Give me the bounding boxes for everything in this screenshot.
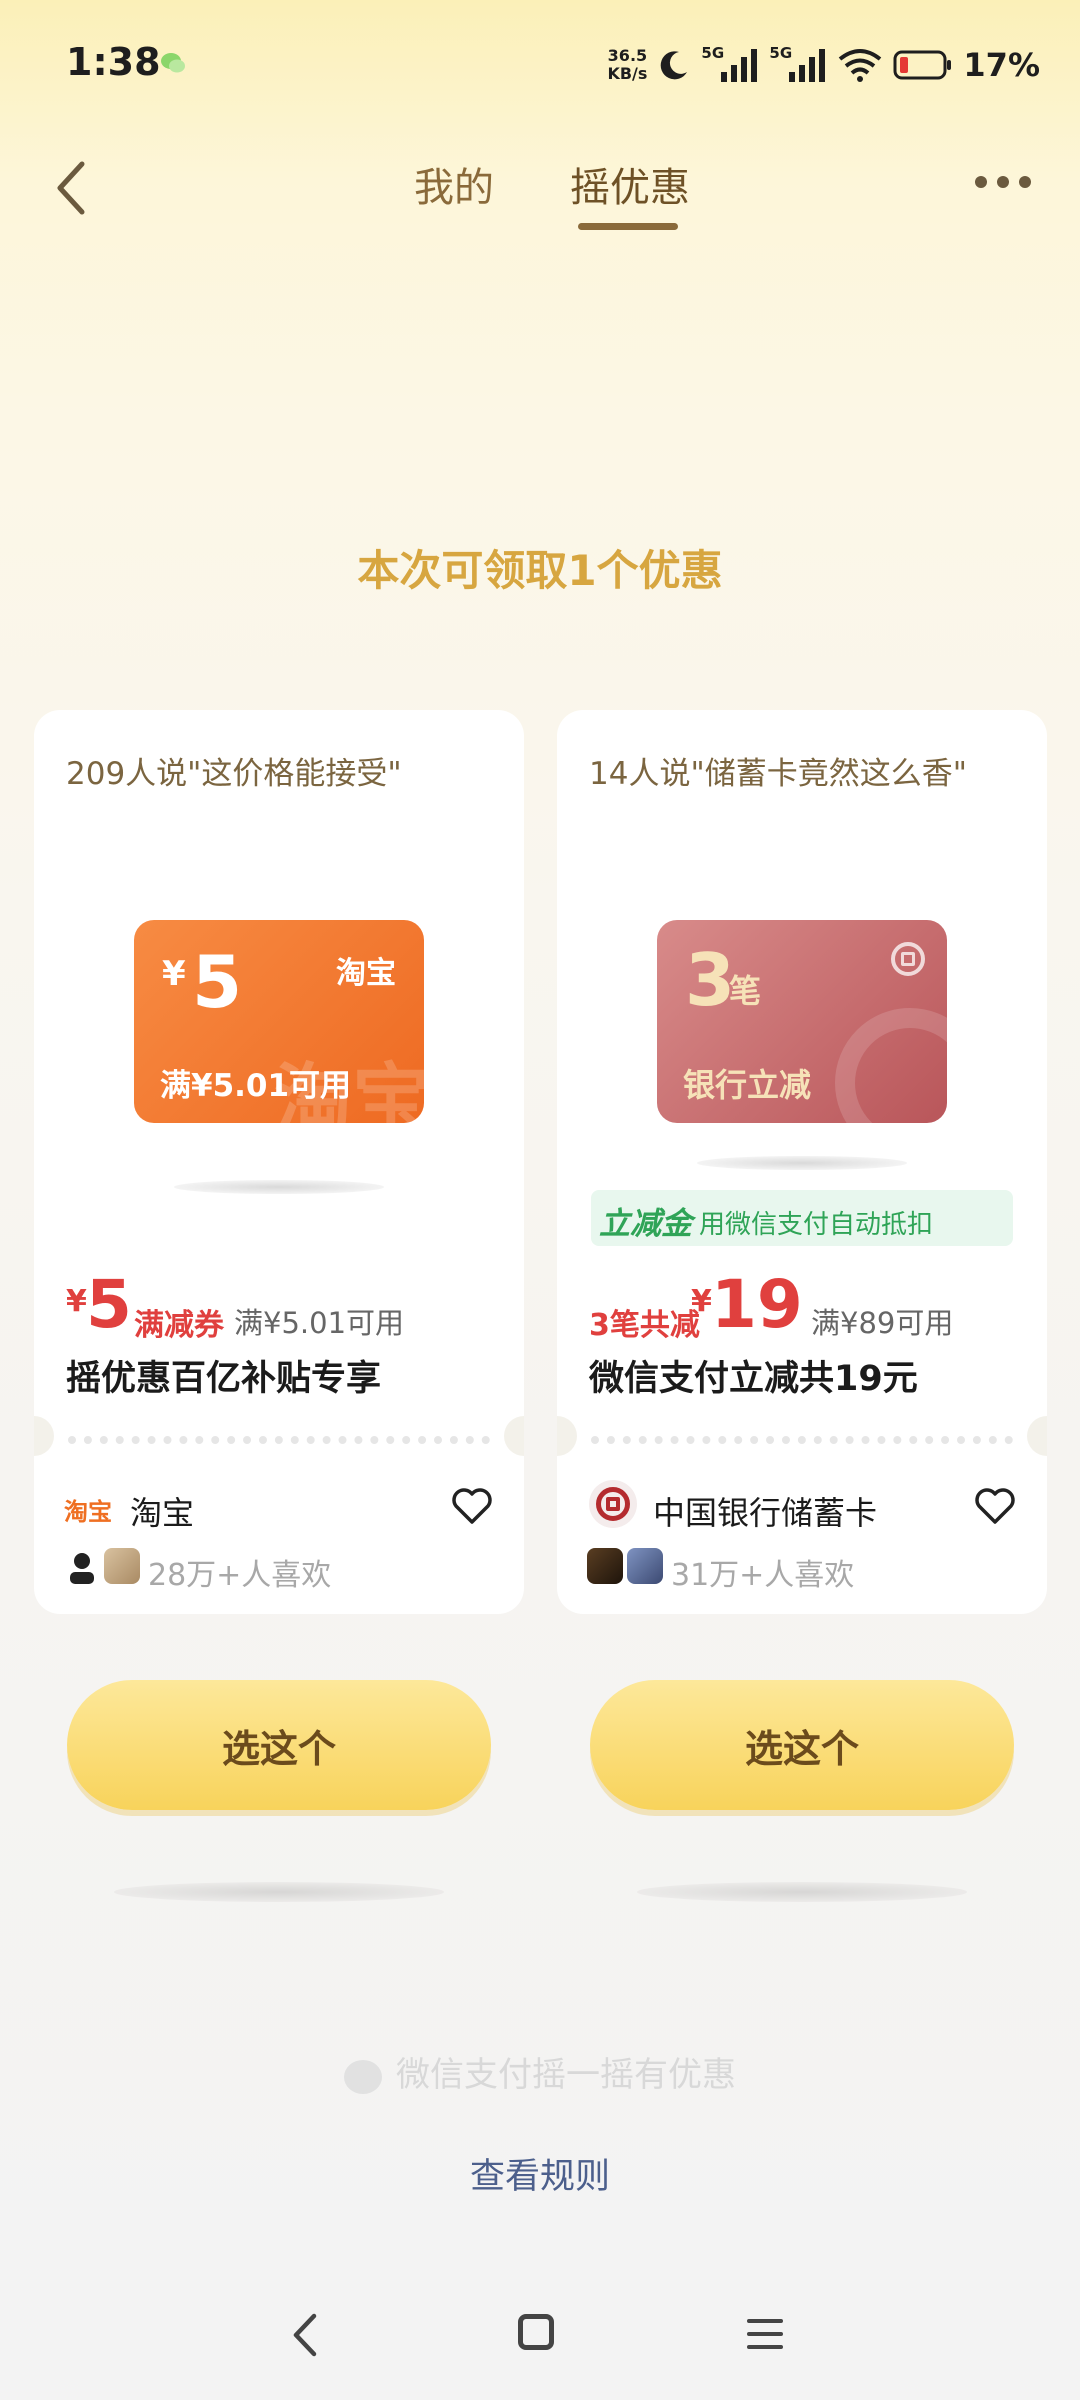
likes-count: 28万+人喜欢 [148, 1558, 332, 1593]
status-icons: 36.5 KB/s 5G 5G 17% [607, 40, 1040, 90]
card-title: 微信支付立减共19元 [589, 1359, 918, 1399]
active-tab-indicator [578, 223, 678, 230]
coupon-image: 3 笔 银行立减 [657, 920, 947, 1123]
price-kind: 满减券 [134, 1308, 224, 1343]
battery-icon [893, 50, 952, 80]
system-home-icon[interactable] [518, 2314, 554, 2350]
price-prefix: 3笔共减 [589, 1308, 700, 1343]
status-time: 1:38 [66, 40, 161, 84]
likes-row: 28万+人喜欢 [64, 1542, 494, 1593]
card-quote: 14人说"储蓄卡竟然这么香" [589, 756, 967, 792]
bank-of-china-logo-icon [589, 1480, 637, 1528]
coupon-yen: ¥ [162, 954, 186, 994]
tag-strong: 立减金 [599, 1206, 692, 1242]
price-condition: 满¥89可用 [811, 1306, 954, 1340]
price-amount: 5 [86, 1266, 132, 1343]
coupon-count: 3 [685, 938, 736, 1022]
more-options-button[interactable] [975, 176, 1035, 196]
tab-mine[interactable]: 我的 [414, 155, 494, 213]
moon-icon [661, 51, 688, 80]
view-rules-link[interactable]: 查看规则 [0, 2148, 1080, 2199]
coupon-condition: 满¥5.01可用 [160, 1068, 352, 1104]
taobao-logo-icon: 淘宝 [64, 1498, 112, 1526]
card-quote: 209人说"这价格能接受" [66, 756, 402, 792]
brand-name: 中国银行储蓄卡 [653, 1494, 878, 1532]
perforation-divider [557, 1416, 1047, 1456]
coupon-amount: 5 [192, 940, 243, 1024]
system-recents-icon[interactable] [746, 2316, 784, 2352]
choose-taobao-button[interactable]: 选这个 [67, 1680, 491, 1810]
net-speed-value: 36.5 [607, 46, 648, 65]
boc-watermark-icon [835, 1008, 947, 1123]
choose-boc-button[interactable]: 选这个 [590, 1680, 1014, 1810]
brand-row: 淘宝 淘宝 [64, 1480, 494, 1536]
user-avatar [104, 1548, 140, 1584]
user-avatar [587, 1548, 623, 1584]
wechat-pay-icon [344, 2059, 382, 2094]
sim1-signal-icon: 5G [701, 44, 759, 86]
price-amount: 19 [711, 1266, 803, 1343]
wechat-notification-icon [161, 53, 185, 73]
tab-shake-deals[interactable]: 摇优惠 [570, 155, 690, 213]
price-yen: ¥ [66, 1284, 87, 1319]
more-dot-icon [1019, 176, 1031, 188]
net-speed-unit: KB/s [607, 64, 648, 83]
coupon-unit: 笔 [729, 972, 762, 1010]
brand-name: 淘宝 [130, 1494, 195, 1532]
boc-logo-icon [891, 942, 925, 976]
net-speed: 36.5 KB/s [607, 47, 647, 83]
likes-count: 31万+人喜欢 [671, 1558, 855, 1593]
coupon-image: 淘宝 ¥ 5 淘宝 满¥5.01可用 [134, 920, 424, 1123]
offer-card-boc[interactable]: 14人说"储蓄卡竟然这么香" 3 笔 银行立减 立减金 用微信支付自动抵扣 3笔… [557, 710, 1047, 1614]
headline: 本次可领取1个优惠 [357, 546, 723, 595]
instant-discount-tag: 立减金 用微信支付自动抵扣 [591, 1190, 1013, 1246]
brand-row: 中国银行储蓄卡 [587, 1480, 1017, 1536]
card-title: 摇优惠百亿补贴专享 [66, 1359, 382, 1399]
price-condition: 满¥5.01可用 [234, 1306, 405, 1340]
offer-card-taobao[interactable]: 209人说"这价格能接受" 淘宝 ¥ 5 淘宝 满¥5.01可用 ¥ 5 满减券… [34, 710, 524, 1614]
footer-brand-text: 微信支付摇一摇有优惠 [396, 2055, 736, 2095]
user-avatar [64, 1548, 100, 1584]
price-row: 3笔共减 ¥ 19 满¥89可用 [587, 1266, 1027, 1350]
tag-text: 用微信支付自动抵扣 [699, 1210, 934, 1240]
footer-brand: 微信支付摇一摇有优惠 [0, 2047, 1080, 2096]
more-dot-icon [997, 176, 1009, 188]
favorite-heart-icon[interactable] [450, 1484, 494, 1528]
button-shadow [637, 1882, 967, 1902]
price-yen: ¥ [691, 1284, 712, 1319]
wifi-icon [839, 49, 882, 82]
likes-row: 31万+人喜欢 [587, 1542, 1017, 1593]
user-avatar [627, 1548, 663, 1584]
button-shadow [114, 1882, 444, 1902]
coupon-shadow [174, 1180, 384, 1194]
price-row: ¥ 5 满减券 满¥5.01可用 [64, 1266, 504, 1350]
system-back-icon[interactable] [290, 2310, 320, 2360]
battery-percent: 17% [963, 46, 1040, 84]
back-icon[interactable] [52, 160, 92, 216]
coupon-brand: 淘宝 [336, 956, 396, 991]
coupon-label: 银行立减 [683, 1066, 812, 1104]
perforation-divider [34, 1416, 524, 1456]
more-dot-icon [975, 176, 987, 188]
favorite-heart-icon[interactable] [973, 1484, 1017, 1528]
sim2-signal-icon: 5G [769, 44, 827, 86]
coupon-shadow [697, 1156, 907, 1170]
